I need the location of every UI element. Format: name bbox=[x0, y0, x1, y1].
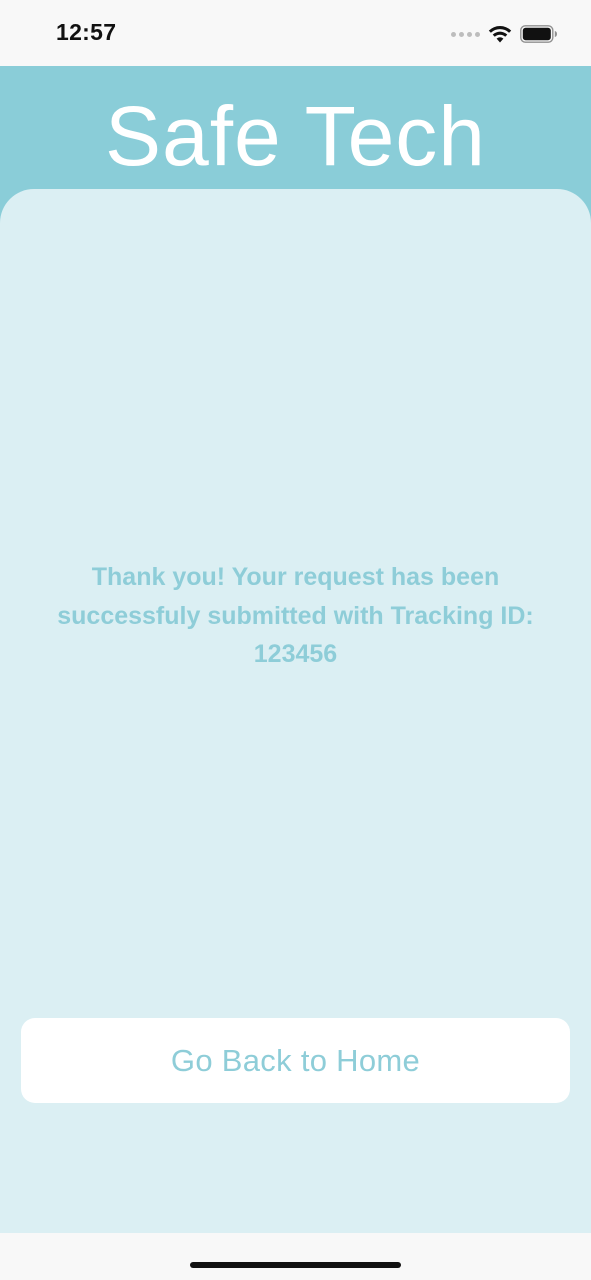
status-time: 12:57 bbox=[56, 19, 117, 45]
go-back-home-label: Go Back to Home bbox=[170, 1042, 421, 1078]
status-icons bbox=[451, 22, 558, 46]
battery-icon bbox=[520, 25, 557, 43]
status-bar: 12:57 bbox=[0, 0, 591, 66]
wifi-icon bbox=[488, 26, 512, 43]
go-back-home-button[interactable]: Go Back to Home bbox=[21, 1018, 570, 1103]
confirmation-message: Thank you! Your request has been success… bbox=[57, 563, 534, 668]
signal-dots-icon bbox=[451, 31, 480, 37]
home-indicator[interactable] bbox=[190, 1262, 401, 1268]
bottom-safe-area bbox=[0, 1233, 591, 1280]
app-title: Safe Tech bbox=[104, 89, 487, 183]
